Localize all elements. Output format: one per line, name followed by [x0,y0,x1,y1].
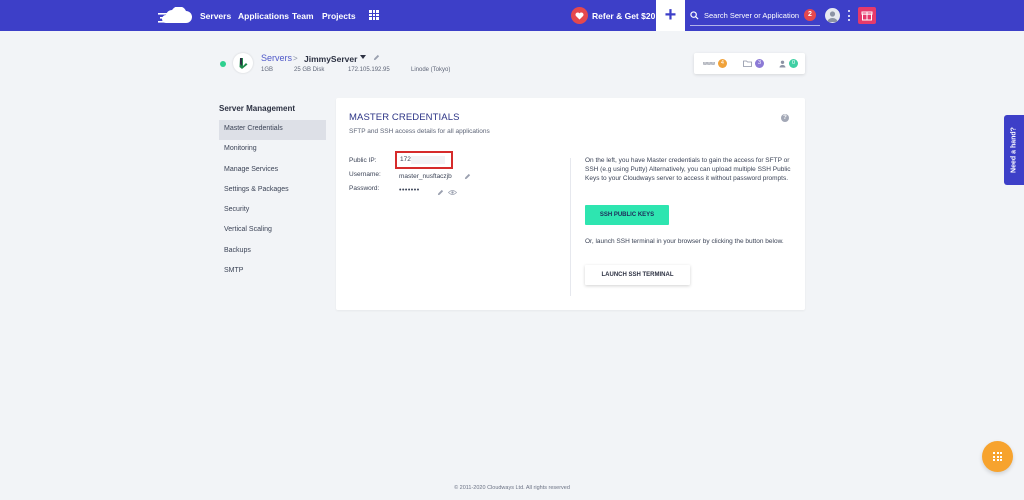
stat-folder[interactable]: 3 [743,59,764,68]
sidebar-item-backups[interactable]: Backups [219,242,326,262]
password-label: Password: [349,185,380,192]
user-avatar[interactable] [825,8,840,23]
server-dropdown-caret-icon[interactable] [360,55,366,59]
grid-icon [993,452,1002,461]
stat-www-count: 4 [717,59,727,68]
public-ip-highlight: 172. [395,151,453,169]
sidebar-menu: Master Credentials Monitoring Manage Ser… [219,120,326,282]
master-credentials-card: MASTER CREDENTIALS SFTP and SSH access d… [336,98,805,310]
server-stats-panel: www 4 3 0 [694,53,805,74]
help-icon[interactable]: ? [781,114,789,122]
notification-badge[interactable]: 2 [804,9,816,21]
terminal-description: Or, launch SSH terminal in your browser … [585,238,784,245]
breadcrumb-separator: > [293,54,298,63]
breadcrumb-servers[interactable]: Servers [261,53,292,63]
footer-copyright: © 2011-2020 Cloudways Ltd. All rights re… [454,485,570,491]
username-value[interactable]: master_nusftaczjb [399,173,452,180]
need-a-hand-label: Need a hand? [1010,127,1018,173]
need-a-hand-tab[interactable]: Need a hand? [1004,115,1024,185]
folder-icon [743,60,752,67]
sidebar-item-vertical-scaling[interactable]: Vertical Scaling [219,221,326,241]
edit-password-icon[interactable] [437,189,444,196]
top-nav: Servers Applications Team Projects Refer… [0,0,1024,31]
sidebar-item-settings-packages[interactable]: Settings & Packages [219,181,326,201]
user-icon [779,60,786,67]
sidebar-title: Server Management [219,104,296,113]
nav-servers[interactable]: Servers [200,0,231,31]
add-button[interactable]: + [656,0,685,31]
cloudways-logo[interactable] [158,7,192,25]
sidebar-item-monitoring[interactable]: Monitoring [219,140,326,160]
launch-ssh-terminal-button[interactable]: LAUNCH SSH TERMINAL [585,265,690,285]
apps-grid-icon[interactable] [369,10,379,20]
show-password-eye-icon[interactable] [448,189,457,196]
username-label: Username: [349,171,381,178]
server-status-indicator [220,61,226,67]
nav-team[interactable]: Team [292,0,314,31]
page-subtitle: SFTP and SSH access details for all appl… [349,128,490,135]
sidebar-item-manage-services[interactable]: Manage Services [219,161,326,181]
public-ip-redaction [411,156,445,164]
server-ip: 172.105.192.95 [348,67,390,73]
www-icon: www [703,60,715,67]
stat-www[interactable]: www 4 [703,59,727,68]
stat-folder-count: 3 [755,59,764,68]
server-ram: 1GB [261,67,274,73]
server-location: Linode (Tokyo) [411,67,451,73]
stat-users-count: 0 [789,59,798,68]
public-ip-label: Public IP: [349,157,377,164]
column-divider [570,158,571,296]
search-box[interactable]: Search Server or Application [690,7,820,26]
ssh-keys-description: On the left, you have Master credentials… [585,157,791,183]
kebab-menu-icon[interactable] [848,10,850,21]
ssh-public-keys-button[interactable]: SSH PUBLIC KEYS [585,205,669,225]
nav-applications[interactable]: Applications [238,0,289,31]
refer-label: Refer & Get $20 [592,10,656,21]
refer-button[interactable]: Refer & Get $20 [571,7,655,24]
server-app-logo [233,53,253,73]
edit-username-icon[interactable] [464,173,471,180]
user-icon [827,11,838,22]
gift-icon[interactable] [858,7,876,24]
search-input[interactable]: Search Server or Application [704,11,799,20]
edit-server-name-icon[interactable] [373,54,380,61]
server-disk: 25 GB Disk [294,67,325,73]
stat-users[interactable]: 0 [779,59,798,68]
heart-icon [571,7,588,24]
sidebar-item-smtp[interactable]: SMTP [219,262,326,282]
quick-actions-button[interactable] [982,441,1013,472]
server-logo-icon [239,58,248,69]
password-value[interactable]: ••••••• [399,187,420,194]
page-title: MASTER CREDENTIALS [349,112,460,123]
nav-projects[interactable]: Projects [322,0,356,31]
server-name[interactable]: JimmyServer [304,54,357,64]
sidebar-item-master-credentials[interactable]: Master Credentials [219,120,326,141]
sidebar-item-security[interactable]: Security [219,201,326,221]
search-icon [690,11,699,20]
